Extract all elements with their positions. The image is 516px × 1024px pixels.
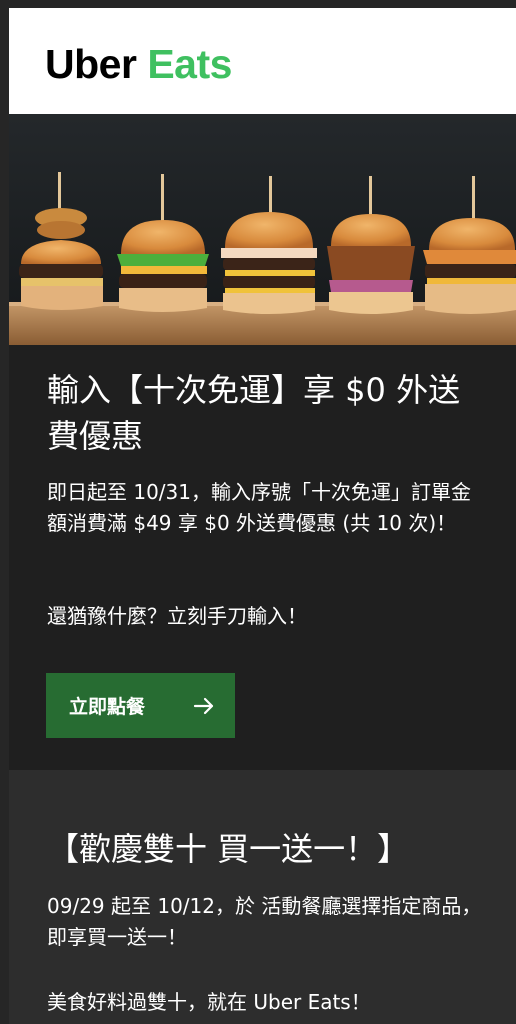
arrow-right-icon xyxy=(193,697,214,715)
order-now-button[interactable]: 立即點餐 xyxy=(46,673,235,738)
uber-eats-logo[interactable]: Uber Eats xyxy=(45,36,232,92)
burger-sliders-illustration xyxy=(9,114,516,345)
promo-title: 【歡慶雙十 買一送一！】 xyxy=(47,830,410,868)
logo-eats-text: Eats xyxy=(147,41,232,87)
promo-card-double-ten: 【歡慶雙十 買一送一！】 09/29 起至 10/12，於 活動餐廳選擇指定商品… xyxy=(9,770,516,1024)
promo-tagline: 美食好料過雙十，就在 Uber Eats！ xyxy=(47,990,371,1014)
hero-image[interactable] xyxy=(9,114,516,345)
promo-card-free-delivery: 輸入【十次免運】享 $0 外送費優惠 即日起至 10/31，輸入序號「十次免運」… xyxy=(9,345,516,770)
order-now-label: 立即點餐 xyxy=(69,696,146,718)
promo-title: 輸入【十次免運】享 $0 外送費優惠 xyxy=(47,371,461,455)
promo-description: 即日起至 10/31，輸入序號「十次免運」訂單金額消費滿 $49 享 $0 外送… xyxy=(47,480,471,535)
logo-uber-text: Uber xyxy=(45,41,137,87)
email-page: Uber Eats 輸入【十次免運】享 $0 外送費優惠 即日起至 10/31，… xyxy=(0,0,516,1024)
header: Uber Eats xyxy=(9,8,516,114)
promo-tagline: 還猶豫什麼？立刻手刀輸入！ xyxy=(47,604,307,628)
promo-description: 09/29 起至 10/12，於 活動餐廳選擇指定商品，即享買一送一！ xyxy=(47,894,482,949)
